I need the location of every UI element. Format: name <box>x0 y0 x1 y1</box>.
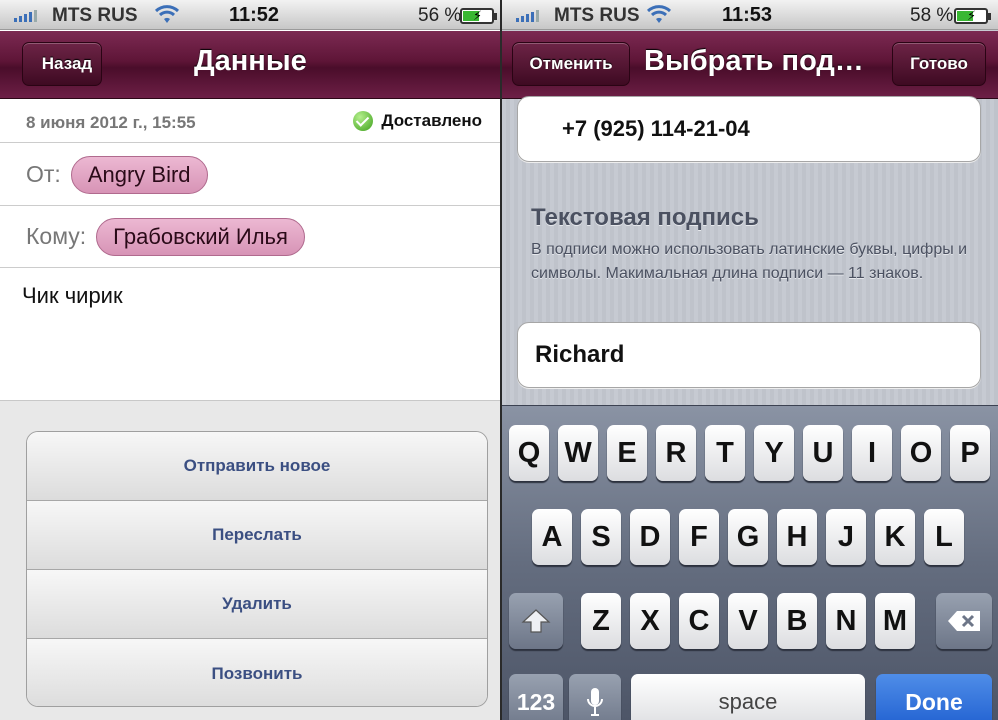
key-u[interactable]: U <box>803 425 843 481</box>
key-t[interactable]: T <box>705 425 745 481</box>
back-button[interactable]: Назад <box>22 42 102 86</box>
done-key[interactable]: Done <box>876 674 992 720</box>
shift-key[interactable] <box>509 593 563 649</box>
wifi-icon <box>154 5 180 23</box>
key-l[interactable]: L <box>924 509 964 565</box>
key-h[interactable]: H <box>777 509 817 565</box>
from-row: От: Angry Bird <box>0 144 500 206</box>
clock: 11:53 <box>722 4 773 26</box>
signal-icon <box>14 10 37 22</box>
delivery-status-label: Доставлено <box>381 111 482 130</box>
cancel-button[interactable]: Отменить <box>512 42 630 86</box>
key-z[interactable]: Z <box>581 593 621 649</box>
battery-percentage: 58 % <box>910 5 954 26</box>
shift-arrow-icon <box>521 609 551 633</box>
section-title: Текстовая подпись <box>531 204 759 231</box>
wifi-icon <box>646 5 672 23</box>
send-new-button[interactable]: Отправить новое <box>27 432 487 501</box>
carrier-name: MTS RUS <box>554 5 640 26</box>
battery-percentage: 56 % <box>418 5 462 26</box>
key-w[interactable]: W <box>558 425 598 481</box>
key-k[interactable]: K <box>875 509 915 565</box>
key-y[interactable]: Y <box>754 425 794 481</box>
done-button[interactable]: Готово <box>892 42 986 86</box>
from-label: От: <box>26 161 61 187</box>
space-key[interactable]: space <box>631 674 865 720</box>
page-title: Выбрать под… <box>644 45 864 77</box>
dictation-key[interactable] <box>569 674 621 720</box>
carrier-name: MTS RUS <box>52 5 138 26</box>
from-contact-pill[interactable]: Angry Bird <box>70 155 208 194</box>
key-q[interactable]: Q <box>509 425 549 481</box>
forward-button[interactable]: Переслать <box>27 501 487 570</box>
key-x[interactable]: X <box>630 593 670 649</box>
key-p[interactable]: P <box>950 425 990 481</box>
key-s[interactable]: S <box>581 509 621 565</box>
message-date: 8 июня 2012 г., 15:55 <box>26 113 196 132</box>
delivery-status: Доставлено <box>353 111 482 131</box>
key-e[interactable]: E <box>607 425 647 481</box>
back-button-label: Назад <box>41 54 93 73</box>
battery-icon: ⚡ <box>460 8 497 24</box>
to-label: Кому: <box>26 223 87 249</box>
page-title: Данные <box>194 45 307 77</box>
message-details-screen: MTS RUS 11:52 56 % ⚡ Назад Данные 8 июня… <box>0 0 500 720</box>
actions-area: Отправить новое Переслать Удалить Позвон… <box>0 400 500 720</box>
checkmark-icon <box>353 111 374 131</box>
key-j[interactable]: J <box>826 509 866 565</box>
key-n[interactable]: N <box>826 593 866 649</box>
status-bar: MTS RUS 11:52 56 % ⚡ <box>0 0 500 30</box>
signature-picker-screen: MTS RUS 11:53 58 % ⚡ Отменить Выбрать по… <box>502 0 998 720</box>
status-bar: MTS RUS 11:53 58 % ⚡ <box>502 0 998 30</box>
signature-input[interactable]: Richard <box>517 322 981 388</box>
navigation-bar: Назад Данные <box>0 31 500 99</box>
key-f[interactable]: F <box>679 509 719 565</box>
to-row: Кому: Грабовский Илья <box>0 206 500 268</box>
battery-icon: ⚡ <box>954 8 991 24</box>
clock: 11:52 <box>229 4 280 26</box>
action-button-group: Отправить новое Переслать Удалить Позвон… <box>26 431 488 707</box>
key-c[interactable]: C <box>679 593 719 649</box>
done-button-label: Готово <box>910 54 968 73</box>
microphone-icon <box>587 688 603 716</box>
key-v[interactable]: V <box>728 593 768 649</box>
message-meta: 8 июня 2012 г., 15:55 Доставлено <box>0 99 500 143</box>
key-b[interactable]: B <box>777 593 817 649</box>
section-description: В подписи можно использовать латинские б… <box>531 241 968 282</box>
delete-button[interactable]: Удалить <box>27 570 487 639</box>
navigation-bar: Отменить Выбрать под… Готово <box>502 31 998 99</box>
key-g[interactable]: G <box>728 509 768 565</box>
call-button[interactable]: Позвонить <box>27 639 487 706</box>
cancel-button-label: Отменить <box>529 54 613 73</box>
message-text: Чик чирик <box>22 283 123 308</box>
key-a[interactable]: A <box>532 509 572 565</box>
key-m[interactable]: M <box>875 593 915 649</box>
backspace-key[interactable] <box>936 593 992 649</box>
key-d[interactable]: D <box>630 509 670 565</box>
keyboard: Q W E R T Y U I O P A S D F G H J K L Z … <box>502 405 998 720</box>
backspace-icon <box>948 611 980 631</box>
key-r[interactable]: R <box>656 425 696 481</box>
phone-number-field[interactable]: +7 (925) 114-21-04 <box>517 96 981 162</box>
signal-icon <box>516 10 539 22</box>
key-o[interactable]: O <box>901 425 941 481</box>
key-i[interactable]: I <box>852 425 892 481</box>
to-contact-pill[interactable]: Грабовский Илья <box>96 217 305 256</box>
numbers-key[interactable]: 123 <box>509 674 563 720</box>
